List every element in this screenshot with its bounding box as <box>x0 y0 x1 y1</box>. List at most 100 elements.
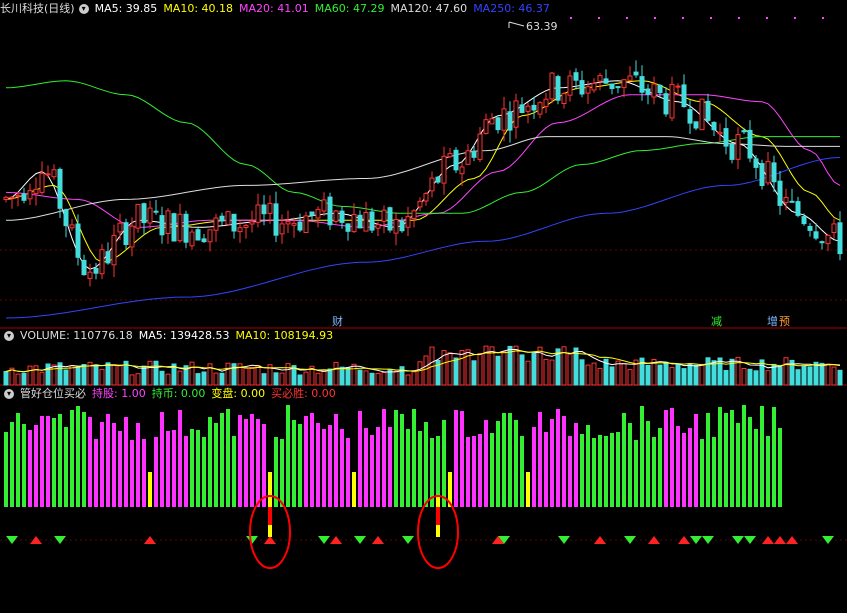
indicator-bar-hold-stock <box>178 410 182 507</box>
volume-bar <box>213 372 219 386</box>
indicator-bar-change <box>526 472 530 507</box>
signal-up-triangle <box>372 536 384 544</box>
event-marker-forecast[interactable]: 预 <box>779 315 790 328</box>
indicator-bar-hold-stock <box>466 437 470 507</box>
indicator-bar-hold-cash <box>520 436 524 507</box>
volume-bar <box>177 370 183 386</box>
candle-body <box>729 143 735 160</box>
volume-bar <box>285 363 291 386</box>
candle-body <box>279 223 285 235</box>
volume-bar <box>807 366 813 386</box>
chevron-down-icon[interactable]: ▾ <box>78 4 89 14</box>
volume-bar <box>105 362 111 386</box>
volume-bar <box>825 363 831 386</box>
indicator-bar-hold-cash <box>226 409 230 507</box>
candle-body <box>135 203 141 229</box>
candle-body <box>459 166 465 175</box>
chevron-down-icon[interactable]: ▾ <box>4 331 14 341</box>
indicator-bar-hold-cash <box>766 436 770 507</box>
volume-bar <box>597 367 603 386</box>
grid-dot <box>738 17 740 19</box>
candle-body <box>657 84 663 94</box>
volume-bar <box>315 372 321 386</box>
indicator-bar-hold-cash <box>292 420 296 507</box>
indicator-bar-hold-cash <box>10 422 14 507</box>
volume-bar <box>249 367 255 386</box>
volume-bar <box>501 351 507 386</box>
volume-bar <box>693 364 699 386</box>
candle-body <box>693 121 699 129</box>
candle-body <box>453 149 459 171</box>
signal-down-triangle <box>558 536 570 544</box>
indicator-bar-hold-stock <box>166 431 170 507</box>
indicator-bar-hold-cash <box>508 413 512 507</box>
volume-bar <box>327 368 333 386</box>
candle-body <box>399 220 405 232</box>
candle-body <box>69 224 75 229</box>
volume-bar <box>33 365 39 386</box>
volume-bar <box>303 371 309 386</box>
volume-bar <box>585 364 591 386</box>
chevron-down-icon[interactable]: ▾ <box>4 389 14 399</box>
candle-body <box>705 100 711 121</box>
volume-bar <box>129 374 135 386</box>
candle-body <box>105 251 111 264</box>
event-marker-finance[interactable]: 财 <box>332 314 343 328</box>
volume-bar <box>45 363 51 386</box>
volume-bar <box>21 372 27 386</box>
candle-body <box>717 131 723 135</box>
indicator-bar-hold-cash <box>706 413 710 507</box>
indicator-bar-hold-stock <box>88 417 92 507</box>
indicator-bar-hold-cash <box>742 405 746 507</box>
candle-body <box>555 76 561 101</box>
volume-bar <box>51 364 57 386</box>
volume-bar <box>519 354 525 386</box>
volume-bar <box>111 364 117 386</box>
volume-bar <box>3 371 9 386</box>
candle-body <box>189 231 195 247</box>
volume-bar <box>153 360 159 386</box>
indicator-bar-hold-cash <box>730 410 734 507</box>
indicator-bar-hold-stock <box>370 435 374 507</box>
candle-body <box>291 222 297 226</box>
indicator-bar-hold-stock <box>46 416 50 507</box>
volume-bar <box>273 372 279 386</box>
indicator-bar-hold-cash <box>502 413 506 507</box>
volume-bar <box>351 363 357 386</box>
candle-body <box>819 241 825 244</box>
indicator-bar-hold-cash <box>754 429 758 507</box>
indicator-bar-hold-stock <box>262 424 266 507</box>
volume-bar <box>63 369 69 386</box>
indicator-bar-hold-cash <box>490 433 494 507</box>
volume-bar <box>339 366 345 386</box>
candle-body <box>537 102 543 115</box>
candle-body <box>831 223 837 233</box>
candle-body <box>783 197 789 204</box>
volume-bar <box>201 371 207 386</box>
indicator-bar-hold-stock <box>574 423 578 507</box>
volume-bar <box>837 369 843 386</box>
candle-body <box>243 224 249 228</box>
event-marker-increase[interactable]: 增 <box>767 314 778 328</box>
price-ma-label: MA20: 41.01 <box>239 2 309 15</box>
candle-body <box>315 208 321 219</box>
high-marker-leader <box>508 21 525 27</box>
indicator-bar-hold-cash <box>580 434 584 507</box>
indicator-bar-hold-stock <box>106 414 110 507</box>
volume-bar <box>453 357 459 386</box>
event-marker-reduce[interactable]: 减 <box>711 315 722 328</box>
candle-body <box>39 172 45 193</box>
volume-bar <box>219 372 225 386</box>
grid-dot <box>598 17 600 19</box>
candle-body <box>183 213 189 243</box>
indicator-bar-hold-stock <box>316 423 320 507</box>
indicator-bar-hold-cash <box>628 423 632 507</box>
indicator-bar-hold-cash <box>640 406 644 507</box>
candle-body <box>441 155 447 184</box>
volume-bar <box>15 373 21 386</box>
volume-bar <box>225 362 231 386</box>
indicator-bar-hold-cash <box>712 437 716 507</box>
price-ma-label: MA60: 47.29 <box>314 2 385 15</box>
buy-signal-bar <box>436 525 440 537</box>
indicator-bar-hold-cash <box>418 431 422 507</box>
